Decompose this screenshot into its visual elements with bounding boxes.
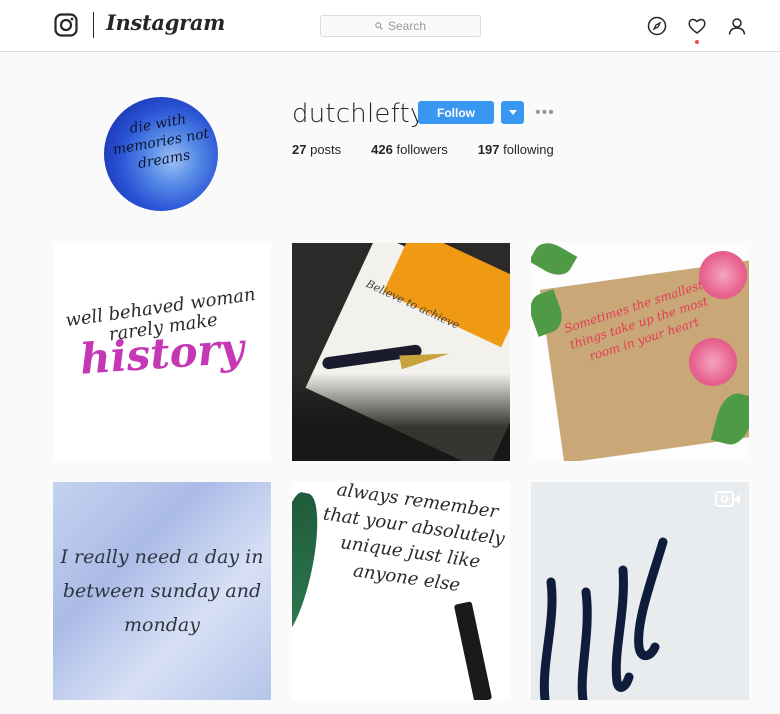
post-tile[interactable]: I really need a day in between sunday an… xyxy=(53,482,271,700)
search-icon xyxy=(375,22,383,30)
avatar-text: die with memories not dreams xyxy=(111,111,211,173)
stat-followers-label: followers xyxy=(396,142,448,157)
stat-posts-count: 27 xyxy=(292,142,307,157)
logo-divider xyxy=(93,12,94,38)
stat-followers[interactable]: 426 followers xyxy=(371,142,448,157)
heart-activity-icon[interactable] xyxy=(687,16,707,36)
instagram-camera-icon[interactable] xyxy=(54,13,78,37)
pink-rose xyxy=(689,338,737,386)
post-tile[interactable]: Sometimes the smallest things take up th… xyxy=(531,243,749,461)
stat-followers-count: 426 xyxy=(371,142,393,157)
user-profile-icon[interactable] xyxy=(727,16,747,36)
post-caption-text: I really need a day in between sunday an… xyxy=(60,546,264,636)
calligraphy-strokes xyxy=(539,537,668,700)
leaf xyxy=(531,243,578,282)
stat-posts-label: posts xyxy=(310,142,342,157)
notification-dot xyxy=(695,40,699,44)
suggestions-dropdown-button[interactable] xyxy=(501,101,524,124)
video-camera-icon xyxy=(715,491,740,507)
stat-following-count: 197 xyxy=(477,142,500,157)
caret-down-icon xyxy=(508,109,517,115)
stat-posts: 27 posts xyxy=(292,142,341,157)
post-tile-video[interactable] xyxy=(531,482,749,700)
stat-following-label: following xyxy=(503,142,554,157)
profile-stats: 27 posts 426 followers 197 following xyxy=(292,142,584,157)
follow-button[interactable]: Follow xyxy=(418,101,494,124)
profile-avatar[interactable]: die with memories not dreams xyxy=(104,97,218,211)
post-caption-text: always remember that your absolutely uni… xyxy=(321,482,506,597)
post-tile[interactable]: well behaved woman rarely make history xyxy=(53,243,271,461)
post-tile[interactable]: Believe to achieve xyxy=(292,243,510,461)
more-options-button[interactable]: ••• xyxy=(535,104,555,122)
brush-pen xyxy=(453,601,493,700)
compass-explore-icon[interactable] xyxy=(647,16,667,36)
search-placeholder: Search xyxy=(387,19,427,33)
search-input[interactable]: Search xyxy=(320,15,481,37)
top-nav: Instagram Search xyxy=(0,0,780,52)
stat-following[interactable]: 197 following xyxy=(478,142,554,157)
instagram-wordmark[interactable]: Instagram xyxy=(106,10,225,35)
foliage-shadow xyxy=(292,373,510,461)
post-tile[interactable]: always remember that your absolutely uni… xyxy=(292,482,510,700)
profile-username: dutchlefty xyxy=(292,99,426,129)
